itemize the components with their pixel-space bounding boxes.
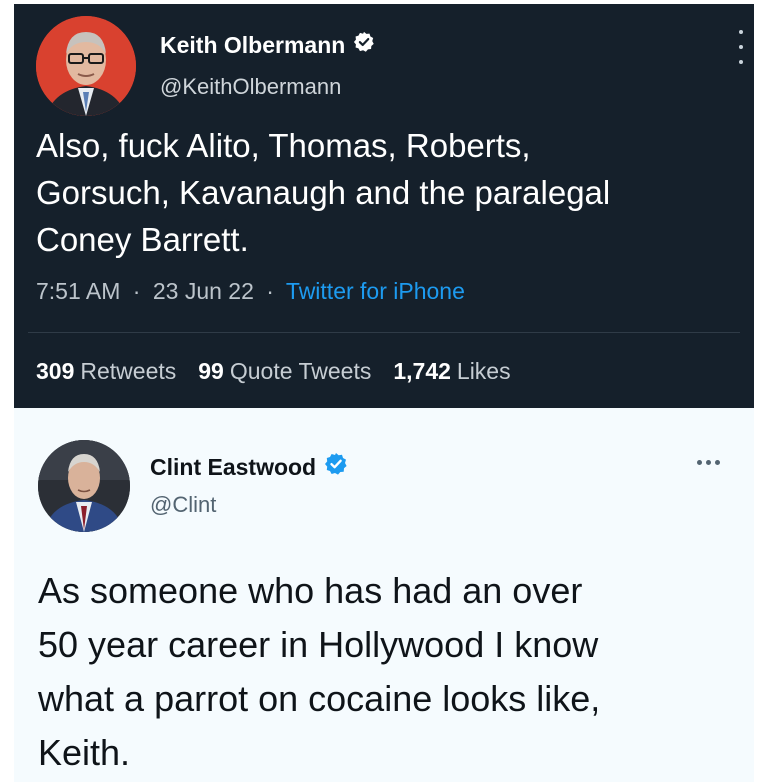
quote-tweets-stat[interactable]: 99 Quote Tweets: [198, 358, 371, 385]
likes-label: Likes: [456, 358, 511, 384]
engagement-stats: 309 Retweets 99 Quote Tweets 1,742 Likes: [36, 358, 511, 385]
tweet-text: As someone who has had an over 50 year c…: [38, 564, 748, 780]
display-name[interactable]: Keith Olbermann: [160, 31, 375, 59]
tweet-text-line: Gorsuch, Kavanaugh and the paralegal: [36, 174, 611, 211]
display-name-text: Clint Eastwood: [150, 453, 317, 480]
tweet-text-line: what a parrot on cocaine looks like,: [38, 678, 601, 719]
tweet-text-line: 50 year career in Hollywood I know: [38, 624, 599, 665]
verified-badge-icon: [353, 31, 375, 59]
tweet-text: Also, fuck Alito, Thomas, Roberts, Gorsu…: [36, 122, 736, 263]
user-handle[interactable]: @Clint: [150, 492, 216, 518]
display-name-text: Keith Olbermann: [160, 31, 346, 58]
user-handle[interactable]: @KeithOlbermann: [160, 74, 341, 100]
display-name[interactable]: Clint Eastwood: [150, 452, 348, 482]
tweet-text-line: Coney Barrett.: [36, 221, 249, 258]
divider: [28, 332, 740, 333]
tweet-card-eastwood: Clint Eastwood @Clint As someone who has…: [14, 408, 754, 782]
more-vertical-icon[interactable]: [736, 30, 746, 64]
likes-stat[interactable]: 1,742 Likes: [393, 358, 510, 385]
quote-tweets-count: 99: [198, 358, 224, 384]
tweet-text-line: As someone who has had an over: [38, 570, 583, 611]
tweet-text-line: Also, fuck Alito, Thomas, Roberts,: [36, 127, 531, 164]
retweets-label: Retweets: [80, 358, 177, 384]
separator-dot: ·: [266, 278, 274, 304]
tweet-time[interactable]: 7:51 AM: [36, 278, 120, 304]
likes-count: 1,742: [393, 358, 451, 384]
separator-dot: ·: [132, 278, 141, 304]
tweet-text-line: Keith.: [38, 732, 131, 773]
verified-badge-icon: [324, 452, 348, 482]
retweets-stat[interactable]: 309 Retweets: [36, 358, 176, 385]
tweet-date[interactable]: 23 Jun 22: [153, 278, 254, 304]
tweet-card-olbermann: Keith Olbermann @KeithOlbermann Also, fu…: [14, 4, 754, 408]
tweet-source-link[interactable]: Twitter for iPhone: [286, 278, 465, 304]
tweet-metadata: 7:51 AM · 23 Jun 22 · Twitter for iPhone: [36, 278, 465, 305]
more-horizontal-icon[interactable]: [697, 460, 720, 465]
retweets-count: 309: [36, 358, 75, 384]
quote-tweets-label: Quote Tweets: [229, 358, 372, 384]
avatar-olbermann[interactable]: [36, 16, 136, 116]
avatar-eastwood[interactable]: [38, 440, 130, 532]
